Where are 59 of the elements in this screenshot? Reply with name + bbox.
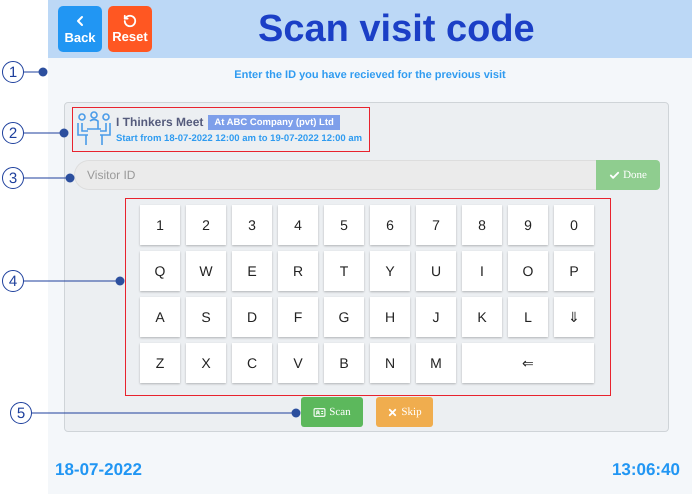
keyboard-key[interactable]: H xyxy=(370,297,410,337)
leader-line xyxy=(24,173,75,183)
event-name: I Thinkers Meet xyxy=(116,115,204,129)
leader-line xyxy=(24,128,69,138)
reset-icon xyxy=(123,14,137,28)
keyboard-key[interactable]: W xyxy=(186,251,226,291)
leader-line xyxy=(24,67,48,77)
keyboard-key[interactable]: J xyxy=(416,297,456,337)
keyboard-key[interactable]: 2 xyxy=(186,205,226,245)
keyboard-key[interactable]: Y xyxy=(370,251,410,291)
page-title: Scan visit code xyxy=(258,8,535,50)
keyboard-key[interactable]: F xyxy=(278,297,318,337)
date-text: 18-07-2022 xyxy=(55,460,142,480)
keyboard-key[interactable]: 5 xyxy=(324,205,364,245)
instruction-text: Enter the ID you have recieved for the previous visit xyxy=(233,69,507,81)
visitor-id-field[interactable]: Visitor ID xyxy=(74,160,596,190)
venue-badge: At ABC Company (pvt) Ltd xyxy=(208,114,340,130)
keyboard-key[interactable]: 0 xyxy=(554,205,594,245)
keyboard-key[interactable]: R xyxy=(278,251,318,291)
event-schedule: Start from 18-07-2022 12:00 am to 19-07-2022 12:00 am xyxy=(116,132,362,144)
keyboard-key[interactable]: P xyxy=(554,251,594,291)
keyboard-key[interactable]: 3 xyxy=(232,205,272,245)
callout-number: 3 xyxy=(2,167,24,189)
keyboard-key[interactable]: T xyxy=(324,251,364,291)
keyboard-key[interactable]: A xyxy=(140,297,180,337)
keyboard-key[interactable]: I xyxy=(462,251,502,291)
callout-number: 4 xyxy=(2,270,24,292)
keyboard-key[interactable]: B xyxy=(324,343,364,383)
keyboard-key[interactable]: M xyxy=(416,343,456,383)
keyboard-key[interactable]: 4 xyxy=(278,205,318,245)
close-icon xyxy=(387,406,398,418)
keyboard-key[interactable]: ⇓ xyxy=(554,297,594,337)
keyboard-key[interactable]: D xyxy=(232,297,272,337)
keyboard-key[interactable]: Z xyxy=(140,343,180,383)
callout-number: 2 xyxy=(2,122,24,144)
keyboard-key[interactable]: X xyxy=(186,343,226,383)
keyboard-key[interactable]: 8 xyxy=(462,205,502,245)
keyboard-key[interactable]: 7 xyxy=(416,205,456,245)
check-icon xyxy=(609,170,620,180)
backspace-key[interactable]: ⇐ xyxy=(462,343,594,383)
id-card-icon xyxy=(313,406,326,418)
keyboard-key[interactable]: 6 xyxy=(370,205,410,245)
meeting-icon xyxy=(74,111,114,147)
clock-text: 13:06:40 xyxy=(612,460,680,480)
keyboard-key[interactable]: V xyxy=(278,343,318,383)
callout-number: 5 xyxy=(10,402,32,424)
keyboard-key[interactable]: Q xyxy=(140,251,180,291)
keyboard-key[interactable]: C xyxy=(232,343,272,383)
callout-number: 1 xyxy=(2,61,24,83)
keyboard-key[interactable]: 9 xyxy=(508,205,548,245)
keyboard-key[interactable]: S xyxy=(186,297,226,337)
keyboard-key[interactable]: L xyxy=(508,297,548,337)
keyboard-key[interactable]: 1 xyxy=(140,205,180,245)
keyboard-key[interactable]: O xyxy=(508,251,548,291)
keyboard-key[interactable]: G xyxy=(324,297,364,337)
keyboard-key[interactable]: E xyxy=(232,251,272,291)
keyboard-key[interactable]: U xyxy=(416,251,456,291)
keyboard-key[interactable]: K xyxy=(462,297,502,337)
keyboard-key[interactable]: N xyxy=(370,343,410,383)
